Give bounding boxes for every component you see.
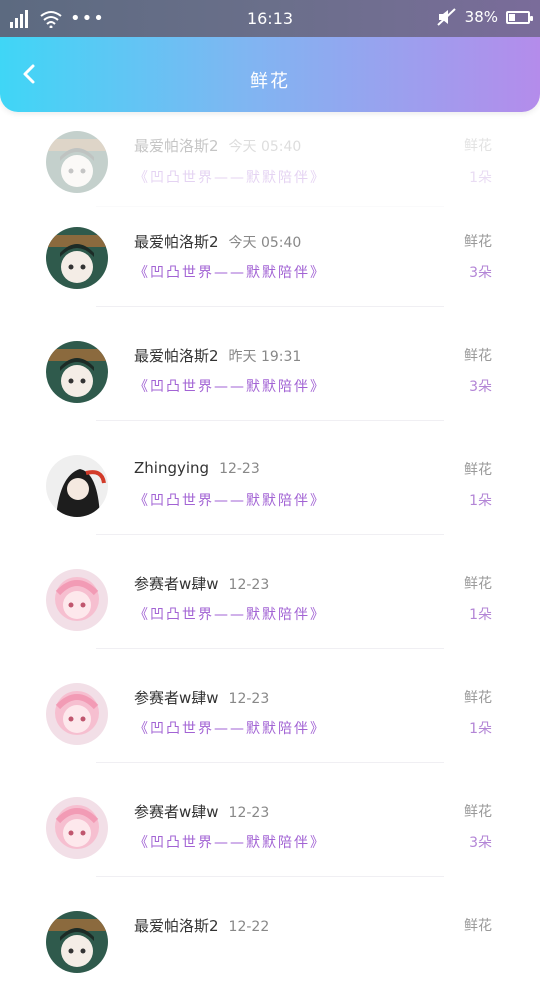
row-divider xyxy=(96,762,444,763)
work-title-link[interactable]: 《凹凸世界——默默陪伴》 xyxy=(134,167,326,187)
work-title-link[interactable]: 《凹凸世界——默默陪伴》 xyxy=(134,832,326,852)
send-date: 12-23 xyxy=(228,691,270,707)
list-item[interactable]: 参赛者w肆w 12-23 鲜花《凹凸世界——默默陪伴》 1朵 xyxy=(0,663,540,777)
flower-count: 3朵 xyxy=(469,379,492,395)
battery-icon xyxy=(506,10,533,24)
row-divider xyxy=(96,306,444,307)
row-divider xyxy=(96,420,444,421)
send-date: 今天 05:40 xyxy=(228,139,302,155)
send-date: 12-22 xyxy=(228,919,270,935)
sender-line: 最爱帕洛斯2 12-22 xyxy=(134,915,269,936)
sender-name[interactable]: 参赛者w肆w xyxy=(134,689,219,707)
flower-count: 3朵 xyxy=(469,835,492,851)
avatar-dark-hair-icon[interactable] xyxy=(46,455,108,517)
flower-count: 3朵 xyxy=(469,265,492,281)
avatar-pink-girl-icon[interactable] xyxy=(46,569,108,631)
sender-name[interactable]: 参赛者w肆w xyxy=(134,575,219,593)
list-item[interactable]: 最爱帕洛斯2 12-22 鲜花 xyxy=(0,891,540,1005)
gift-type: 鲜花 xyxy=(464,918,492,934)
avatar-boy-icon[interactable] xyxy=(46,227,108,289)
gift-type: 鲜花 xyxy=(464,348,492,364)
work-title-link[interactable]: 《凹凸世界——默默陪伴》 xyxy=(134,604,326,624)
flower-count: 1朵 xyxy=(469,721,492,737)
gift-type: 鲜花 xyxy=(464,804,492,820)
sender-line: 最爱帕洛斯2 昨天 19:31 xyxy=(134,345,301,366)
page-title: 鲜花 xyxy=(250,71,290,92)
sender-line: 最爱帕洛斯2 今天 05:40 xyxy=(134,135,301,156)
flower-count: 1朵 xyxy=(469,607,492,623)
gift-type: 鲜花 xyxy=(464,138,492,154)
work-title-link[interactable]: 《凹凸世界——默默陪伴》 xyxy=(134,376,326,396)
row-divider xyxy=(96,876,444,877)
gift-list: 最爱帕洛斯2 今天 05:40 鲜花 《凹凸世界——默默陪伴》 1朵 最爱帕洛斯2 今天 0… xyxy=(0,127,540,1005)
send-date: 12-23 xyxy=(228,805,270,821)
gift-type: 鲜花 xyxy=(464,576,492,592)
avatar-pink-girl-icon[interactable] xyxy=(46,683,108,745)
sender-line: 参赛者w肆w 12-23 xyxy=(134,573,269,594)
gift-type: 鲜花 xyxy=(464,462,492,478)
battery-text: 38% xyxy=(464,8,498,26)
send-date: 12-23 xyxy=(219,461,260,477)
work-title-link[interactable]: 《凹凸世界——默默陪伴》 xyxy=(134,490,326,510)
sender-line: 参赛者w肆w 12-23 xyxy=(134,801,269,822)
list-item[interactable]: 最爱帕洛斯2 今天 05:40 鲜花《凹凸世界——默默陪伴》 1朵 xyxy=(0,127,540,207)
sender-name[interactable]: 最爱帕洛斯2 xyxy=(134,347,219,365)
status-right: 38% xyxy=(436,8,533,26)
send-date: 今天 05:40 xyxy=(228,235,302,251)
work-title-link[interactable]: 《凹凸世界——默默陪伴》 xyxy=(134,262,326,282)
sender-line: 参赛者w肆w 12-23 xyxy=(134,687,269,708)
row-divider xyxy=(96,648,444,649)
sender-name[interactable]: 参赛者w肆w xyxy=(134,803,219,821)
sender-name[interactable]: 最爱帕洛斯2 xyxy=(134,917,219,935)
avatar-boy-icon[interactable] xyxy=(46,911,108,973)
gift-type: 鲜花 xyxy=(464,234,492,250)
sender-line: Zhingying 12-23 xyxy=(134,459,260,477)
flower-count: 1朵 xyxy=(469,493,492,509)
list-item[interactable]: 最爱帕洛斯2 今天 05:40 鲜花《凹凸世界——默默陪伴》 3朵 xyxy=(0,207,540,321)
flower-count: 1朵 xyxy=(469,170,492,186)
gift-type: 鲜花 xyxy=(464,690,492,706)
list-item[interactable]: 参赛者w肆w 12-23 鲜花《凹凸世界——默默陪伴》 3朵 xyxy=(0,777,540,891)
list-item[interactable]: 最爱帕洛斯2 昨天 19:31 鲜花《凹凸世界——默默陪伴》 3朵 xyxy=(0,321,540,435)
sender-name[interactable]: 最爱帕洛斯2 xyxy=(134,233,219,251)
list-item[interactable]: 参赛者w肆w 12-23 鲜花《凹凸世界——默默陪伴》 1朵 xyxy=(0,549,540,663)
row-divider xyxy=(96,534,444,535)
header: 鲜花 xyxy=(0,37,540,112)
avatar-boy-icon[interactable] xyxy=(46,131,108,193)
work-title-link[interactable]: 《凹凸世界——默默陪伴》 xyxy=(134,718,326,738)
avatar-boy-icon[interactable] xyxy=(46,341,108,403)
send-date: 12-23 xyxy=(228,577,270,593)
top-band: ••• 16:13 38% 鲜花 xyxy=(0,0,540,112)
sender-name[interactable]: Zhingying xyxy=(134,459,209,477)
avatar-pink-girl-icon[interactable] xyxy=(46,797,108,859)
mute-icon xyxy=(436,8,456,26)
list-item[interactable]: Zhingying 12-23 鲜花《凹凸世界——默默陪伴》 1朵 xyxy=(0,435,540,549)
status-bar: ••• 16:13 38% xyxy=(0,0,540,37)
sender-name[interactable]: 最爱帕洛斯2 xyxy=(134,137,219,155)
send-date: 昨天 19:31 xyxy=(228,349,302,365)
sender-line: 最爱帕洛斯2 今天 05:40 xyxy=(134,231,301,252)
